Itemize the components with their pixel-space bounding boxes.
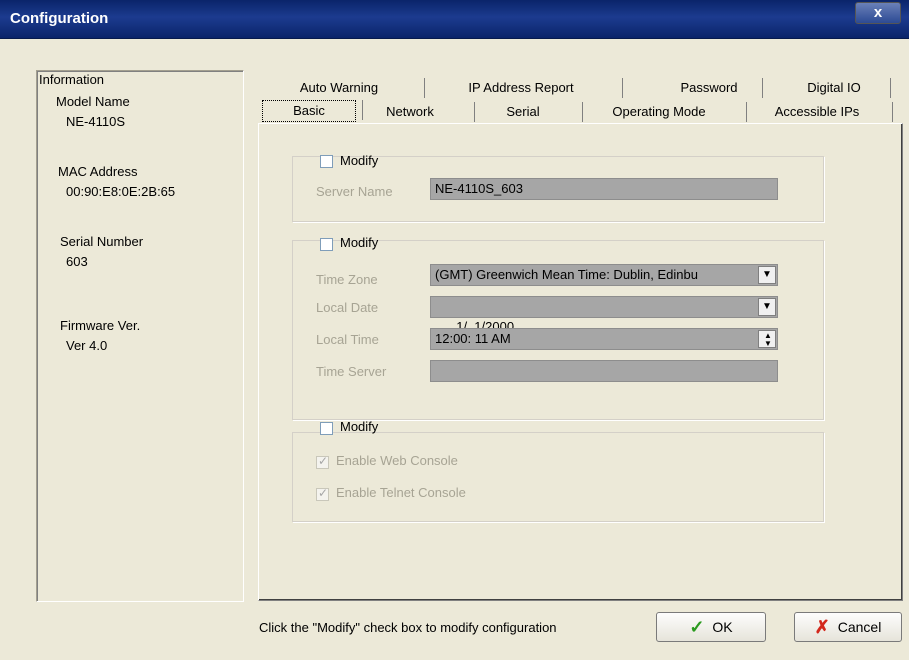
model-name-value: NE-4110S xyxy=(66,114,126,129)
mac-address-label: MAC Address xyxy=(58,164,138,179)
console-group xyxy=(292,432,824,522)
telnet-console-label: Enable Telnet Console xyxy=(336,485,466,500)
tab-accessible-ips[interactable]: Accessible IPs xyxy=(762,102,872,122)
checkmark-icon: ✓ xyxy=(689,617,705,637)
close-button[interactable]: x xyxy=(855,2,901,24)
local-time-value: 12:00: 11 AM xyxy=(435,331,511,346)
tab-password[interactable]: Password xyxy=(664,78,754,98)
local-time-spinner[interactable]: 12:00: 11 AM ▲ ▼ xyxy=(430,328,778,350)
cancel-label: Cancel xyxy=(837,619,882,635)
local-date-picker[interactable]: 1/ 1/2000 ▼ xyxy=(430,296,778,334)
modify-checkbox-server[interactable] xyxy=(320,155,333,168)
modify-checkbox-console[interactable] xyxy=(320,422,333,435)
mac-address-value: 00:90:E8:0E:2B:65 xyxy=(66,184,176,199)
close-icon: x xyxy=(873,4,883,21)
tab-auto-warning[interactable]: Auto Warning xyxy=(284,78,394,98)
web-console-checkbox[interactable] xyxy=(316,454,329,469)
x-icon: ✗ xyxy=(814,617,830,637)
cancel-button[interactable]: ✗ Cancel xyxy=(794,612,902,642)
chevron-down-icon[interactable]: ▼ xyxy=(758,266,776,284)
time-zone-select[interactable]: (GMT) Greenwich Mean Time: Dublin, Edinb… xyxy=(430,264,778,286)
modify-label-time: Modify xyxy=(340,235,379,250)
web-console-label: Enable Web Console xyxy=(336,453,458,468)
serial-number-label: Serial Number xyxy=(60,234,144,249)
title-bar: Configuration x xyxy=(0,0,909,39)
tab-network[interactable]: Network xyxy=(370,102,450,122)
serial-number-value: 603 xyxy=(66,254,88,269)
modify-label-console: Modify xyxy=(340,419,379,434)
ok-button[interactable]: ✓ OK xyxy=(656,612,766,642)
server-name-label: Server Name xyxy=(316,184,393,199)
modify-checkbox-time[interactable] xyxy=(320,238,333,251)
modify-label-server: Modify xyxy=(340,153,379,168)
local-date-label: Local Date xyxy=(316,300,379,315)
tab-ip-address-report[interactable]: IP Address Report xyxy=(456,78,586,98)
window-title: Configuration xyxy=(10,10,109,27)
tab-digital-io[interactable]: Digital IO xyxy=(794,78,874,98)
chevron-down-icon[interactable]: ▼ xyxy=(758,298,776,316)
local-time-label: Local Time xyxy=(316,332,379,347)
information-heading: Information xyxy=(39,72,105,87)
tab-serial[interactable]: Serial xyxy=(488,102,558,122)
firmware-value: Ver 4.0 xyxy=(66,338,108,353)
status-hint: Click the "Modify" check box to modify c… xyxy=(259,620,557,635)
tab-basic[interactable]: Basic xyxy=(262,100,356,122)
information-panel xyxy=(36,70,244,602)
time-zone-value: (GMT) Greenwich Mean Time: Dublin, Edinb… xyxy=(435,267,698,282)
time-server-label: Time Server xyxy=(316,364,387,379)
firmware-label: Firmware Ver. xyxy=(60,318,141,333)
ok-label: OK xyxy=(712,619,733,635)
telnet-console-checkbox[interactable] xyxy=(316,486,329,501)
model-name-label: Model Name xyxy=(56,94,130,109)
time-server-field[interactable] xyxy=(430,360,778,382)
spin-arrows-icon[interactable]: ▲ ▼ xyxy=(758,330,776,348)
tab-operating-mode[interactable]: Operating Mode xyxy=(598,102,720,122)
server-name-field[interactable]: NE-4110S_603 xyxy=(430,178,778,200)
time-zone-label: Time Zone xyxy=(316,272,378,287)
